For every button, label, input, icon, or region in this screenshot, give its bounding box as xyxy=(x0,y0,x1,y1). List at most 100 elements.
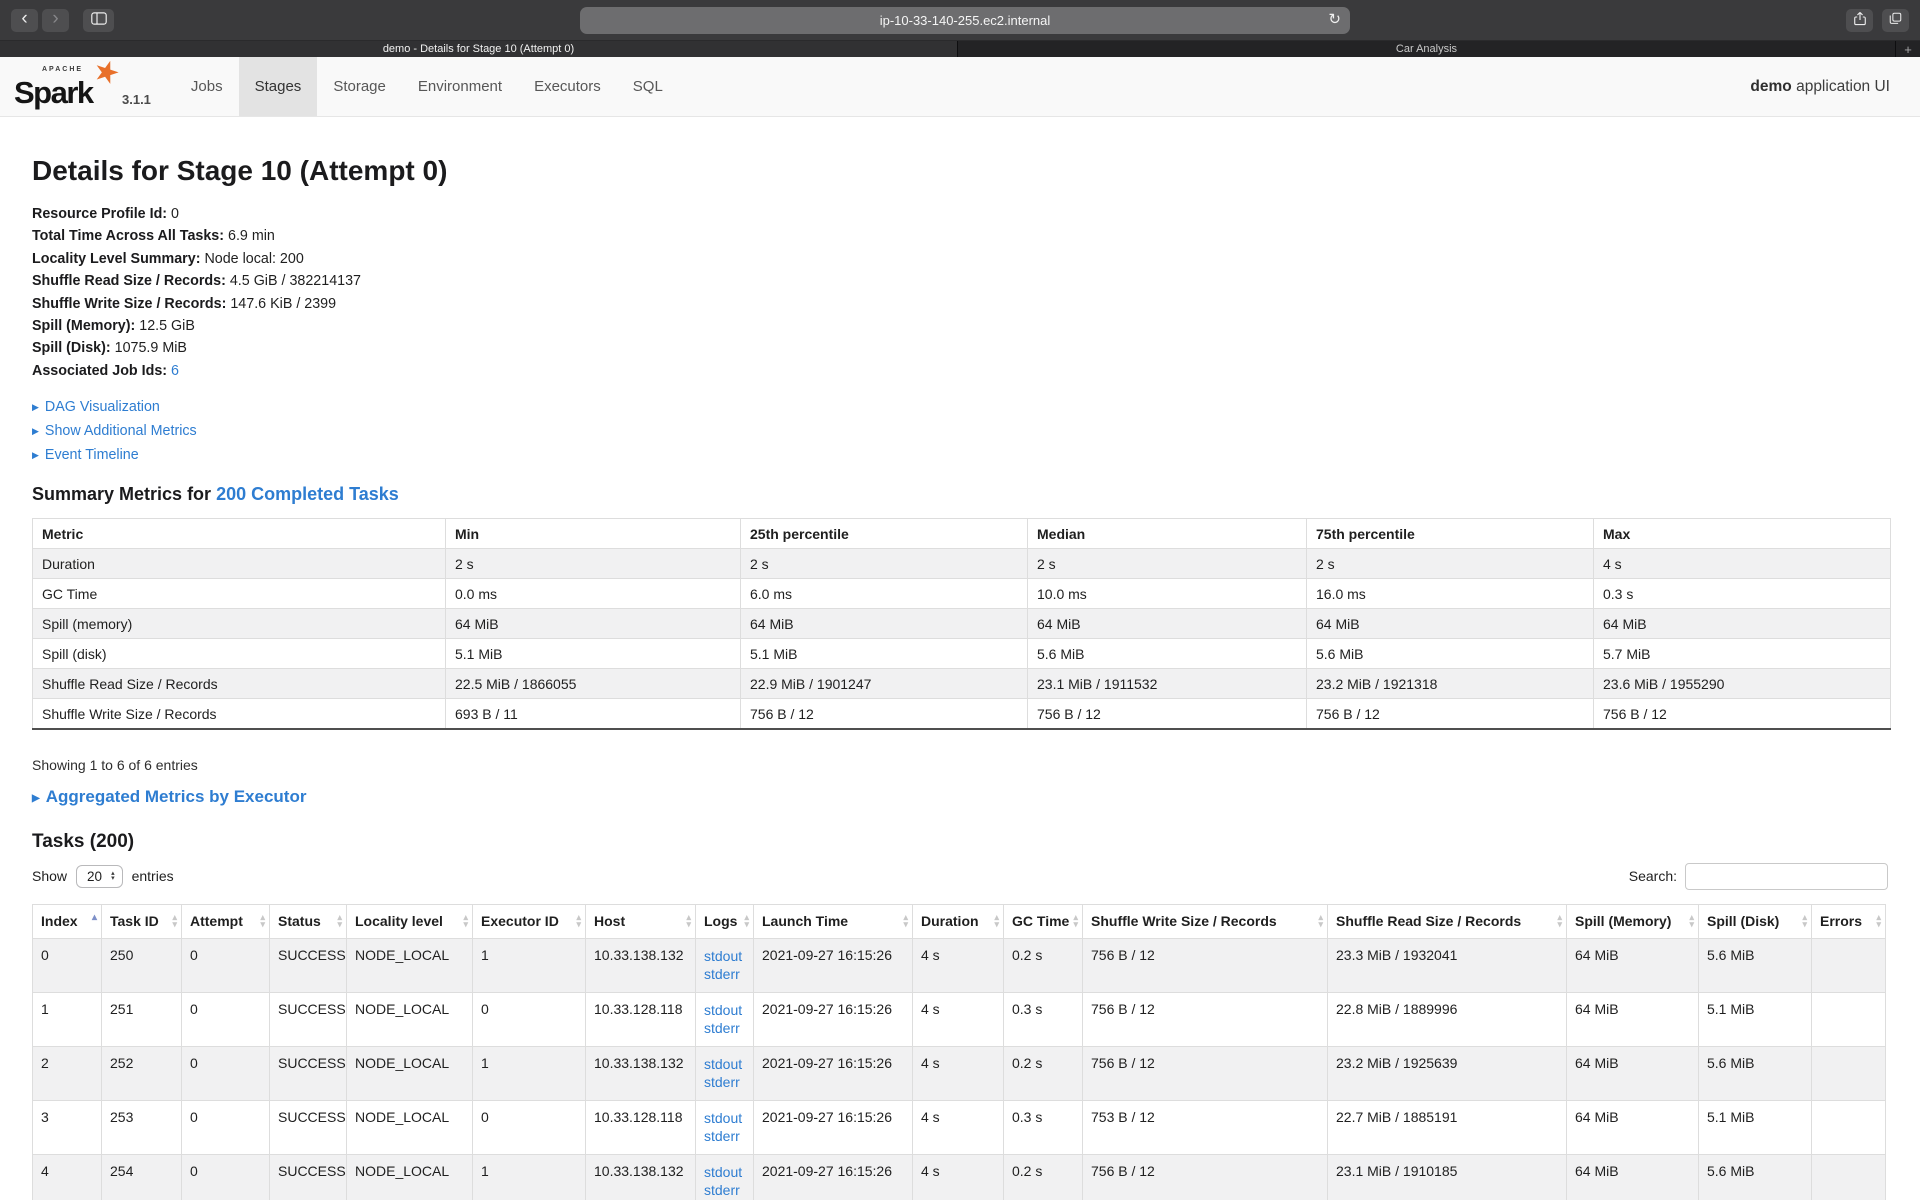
tab-executors[interactable]: Executors xyxy=(518,57,617,116)
stdout-link[interactable]: stdout xyxy=(704,1109,745,1127)
sort-icon: ▴▾ xyxy=(1876,914,1881,928)
toggle-dag-visualization[interactable]: ▶DAG Visualization xyxy=(32,395,1890,419)
cell-attempt: 0 xyxy=(182,992,270,1046)
cell-host: 10.33.138.132 xyxy=(586,1154,696,1200)
sidebar-toggle-button[interactable] xyxy=(83,9,114,32)
col-index[interactable]: Index▴▾ xyxy=(33,904,102,938)
tab-environment[interactable]: Environment xyxy=(402,57,518,116)
aggregated-metrics-toggle[interactable]: ▶Aggregated Metrics by Executor xyxy=(32,787,1890,807)
metric-name: Spill (memory) xyxy=(33,609,446,639)
detail-value[interactable]: 6 xyxy=(171,363,179,379)
browser-tab-active[interactable]: demo - Details for Stage 10 (Attempt 0) xyxy=(0,41,957,57)
detail-label: Total Time Across All Tasks: xyxy=(32,228,224,244)
col-status[interactable]: Status▴▾ xyxy=(270,904,347,938)
stderr-link[interactable]: stderr xyxy=(704,1019,745,1037)
select-stepper-icon: ▴▾ xyxy=(111,871,115,881)
chevron-right-icon: ▶ xyxy=(32,443,39,467)
reload-button[interactable]: ↻ xyxy=(1328,10,1341,28)
table-row: 12510SUCCESSNODE_LOCAL010.33.128.118stdo… xyxy=(33,992,1886,1046)
stderr-link[interactable]: stderr xyxy=(704,965,745,983)
stdout-link[interactable]: stdout xyxy=(704,947,745,965)
address-bar[interactable]: ip-10-33-140-255.ec2.internal ↻ xyxy=(580,7,1350,34)
cell-duration: 4 s xyxy=(913,992,1004,1046)
toggle-show-additional-metrics[interactable]: ▶Show Additional Metrics xyxy=(32,419,1890,443)
share-icon xyxy=(1852,11,1868,30)
detail-label: Spill (Disk): xyxy=(32,340,111,356)
col-logs[interactable]: Logs▴▾ xyxy=(696,904,754,938)
detail-value: 1075.9 MiB xyxy=(115,340,187,356)
page-size-select[interactable]: 20 ▴▾ xyxy=(76,865,123,888)
stdout-link[interactable]: stdout xyxy=(704,1163,745,1181)
col-shuffle-read-size-records[interactable]: Shuffle Read Size / Records▴▾ xyxy=(1328,904,1567,938)
browser-tab-inactive[interactable]: Car Analysis xyxy=(957,41,1895,57)
col-launch-time[interactable]: Launch Time▴▾ xyxy=(754,904,913,938)
col-errors[interactable]: Errors▴▾ xyxy=(1812,904,1886,938)
new-tab-button[interactable]: + xyxy=(1895,41,1920,57)
completed-tasks-link[interactable]: 200 Completed Tasks xyxy=(216,484,399,504)
cell-index: 2 xyxy=(33,1046,102,1100)
metric-value: 2 s xyxy=(741,549,1028,579)
detail-value: 4.5 GiB / 382214137 xyxy=(230,273,361,289)
col-spill-memory[interactable]: Spill (Memory)▴▾ xyxy=(1567,904,1699,938)
forward-button[interactable]: › xyxy=(42,9,69,32)
tab-storage[interactable]: Storage xyxy=(317,57,402,116)
metric-value: 756 B / 12 xyxy=(1028,699,1307,729)
toggle-event-timeline[interactable]: ▶ Event Timeline xyxy=(32,443,1890,467)
col-label: Attempt xyxy=(190,913,243,929)
stdout-link[interactable]: stdout xyxy=(704,1001,745,1019)
cell-host: 10.33.128.118 xyxy=(586,1100,696,1154)
tab-sql[interactable]: SQL xyxy=(617,57,679,116)
stderr-link[interactable]: stderr xyxy=(704,1127,745,1145)
cell-attempt: 0 xyxy=(182,938,270,992)
summary-row: Spill (disk)5.1 MiB5.1 MiB5.6 MiB5.6 MiB… xyxy=(33,639,1891,669)
cell-task-id: 254 xyxy=(102,1154,182,1200)
sidebar-icon xyxy=(91,12,107,28)
metric-name: Shuffle Write Size / Records xyxy=(33,699,446,729)
detail-label: Shuffle Read Size / Records: xyxy=(32,273,226,289)
col-locality-level[interactable]: Locality level▴▾ xyxy=(347,904,473,938)
stderr-link[interactable]: stderr xyxy=(704,1073,745,1091)
stdout-link[interactable]: stdout xyxy=(704,1055,745,1073)
col-executor-id[interactable]: Executor ID▴▾ xyxy=(473,904,586,938)
cell-shuffle-read: 23.3 MiB / 1932041 xyxy=(1328,938,1567,992)
page-size-group: Show 20 ▴▾ entries xyxy=(32,865,174,888)
cell-logs: stdoutstderr xyxy=(696,1046,754,1100)
cell-gc-time: 0.3 s xyxy=(1004,1100,1083,1154)
cell-status: SUCCESS xyxy=(270,1154,347,1200)
app-name: demo xyxy=(1750,78,1791,95)
col-attempt[interactable]: Attempt▴▾ xyxy=(182,904,270,938)
tab-overview-button[interactable] xyxy=(1882,9,1909,32)
col-shuffle-write-size-records[interactable]: Shuffle Write Size / Records▴▾ xyxy=(1083,904,1328,938)
col-spill-disk[interactable]: Spill (Disk)▴▾ xyxy=(1699,904,1812,938)
sort-icon: ▴▾ xyxy=(337,914,342,928)
stderr-link[interactable]: stderr xyxy=(704,1181,745,1199)
col-host[interactable]: Host▴▾ xyxy=(586,904,696,938)
col-gc-time[interactable]: GC Time▴▾ xyxy=(1004,904,1083,938)
search-input[interactable] xyxy=(1685,863,1888,890)
back-button[interactable]: ‹ xyxy=(11,9,38,32)
cell-spill-memory: 64 MiB xyxy=(1567,1154,1699,1200)
sort-icon: ▴▾ xyxy=(1557,914,1562,928)
toggle-label: Event Timeline xyxy=(45,447,139,463)
detail-label: Associated Job Ids: xyxy=(32,363,167,379)
cell-shuffle-write: 753 B / 12 xyxy=(1083,1100,1328,1154)
tab-stages[interactable]: Stages xyxy=(239,57,318,116)
metric-value: 756 B / 12 xyxy=(1307,699,1594,729)
share-button[interactable] xyxy=(1846,9,1873,32)
aggregated-metrics-label: Aggregated Metrics by Executor xyxy=(46,787,307,806)
col-task-id[interactable]: Task ID▴▾ xyxy=(102,904,182,938)
metric-value: 756 B / 12 xyxy=(1594,699,1891,729)
cell-spill-disk: 5.1 MiB xyxy=(1699,1100,1812,1154)
detail-locality-level-summary: Locality Level Summary: Node local: 200 xyxy=(32,248,1890,270)
page-size-value: 20 xyxy=(87,869,102,884)
sort-icon: ▴▾ xyxy=(903,914,908,928)
tab-overview-icon xyxy=(1888,11,1903,29)
cell-executor-id: 1 xyxy=(473,1046,586,1100)
detail-value: 0 xyxy=(171,206,179,222)
col-duration[interactable]: Duration▴▾ xyxy=(913,904,1004,938)
cell-executor-id: 0 xyxy=(473,1100,586,1154)
tab-jobs[interactable]: Jobs xyxy=(175,57,239,116)
cell-spill-disk: 5.6 MiB xyxy=(1699,938,1812,992)
chevron-right-icon: ▶ xyxy=(32,395,39,419)
metric-value: 5.1 MiB xyxy=(741,639,1028,669)
